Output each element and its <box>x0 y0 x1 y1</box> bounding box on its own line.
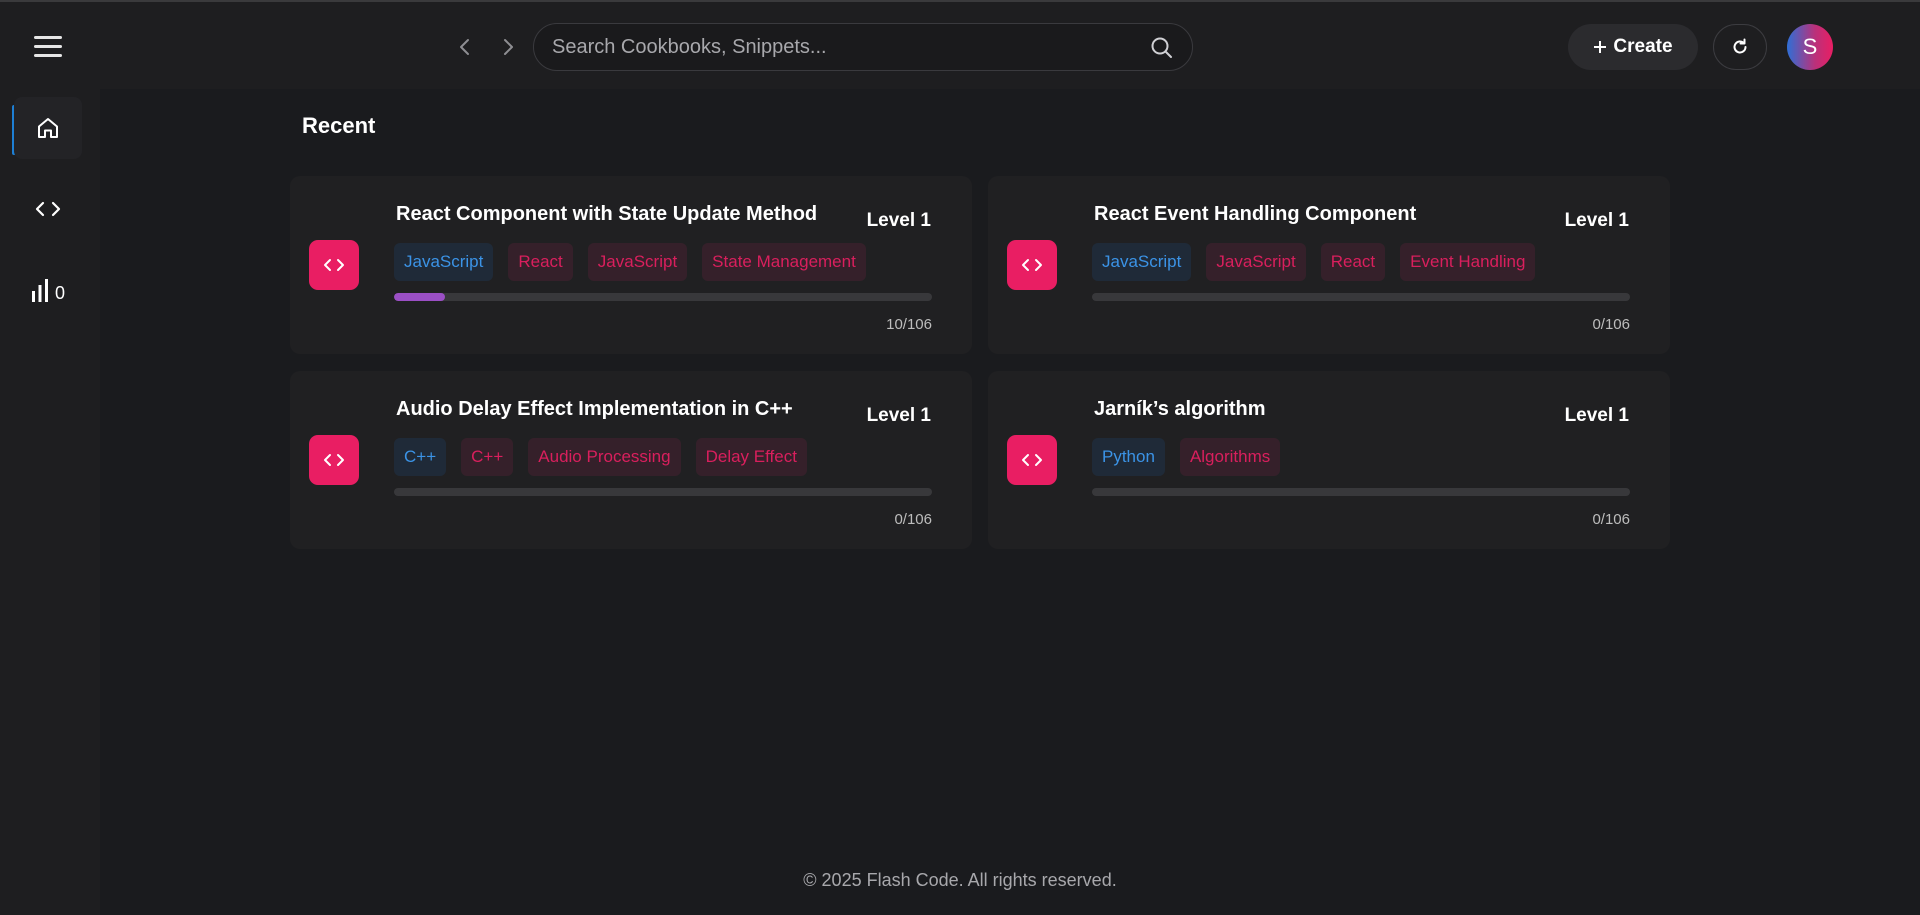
progress-bar <box>1092 488 1630 496</box>
progress-bar <box>394 293 932 301</box>
language-tag[interactable]: JavaScript <box>394 243 494 281</box>
card-title: React Event Handling Component <box>1094 203 1417 225</box>
progress-fill <box>394 293 445 301</box>
avatar-initial: S <box>1802 34 1818 59</box>
back-button[interactable] <box>450 32 480 62</box>
top-header: Create S <box>0 2 1920 89</box>
language-tag[interactable]: Python <box>1092 438 1165 476</box>
search-icon[interactable] <box>1150 36 1174 60</box>
language-tag[interactable]: C++ <box>394 438 447 476</box>
sidebar-item-home[interactable] <box>14 97 82 159</box>
progress-count: 0/106 <box>894 511 932 528</box>
card-level: Level 1 <box>866 405 931 426</box>
code-icon <box>309 435 359 485</box>
code-icon <box>35 201 61 217</box>
sidebar-item-stats[interactable]: 0 <box>14 259 82 321</box>
card-title: React Component with State Update Method <box>396 203 818 225</box>
tag-list: C++ C++ Audio Processing Delay Effect <box>394 438 807 476</box>
user-avatar[interactable]: S <box>1787 24 1833 70</box>
forward-button[interactable] <box>493 32 523 62</box>
card-level: Level 1 <box>1564 210 1629 231</box>
footer: © 2025 Flash Code. All rights reserved. <box>803 870 1117 890</box>
refresh-icon <box>1733 38 1747 54</box>
refresh-button[interactable] <box>1713 24 1767 70</box>
plus-icon <box>1594 41 1607 53</box>
create-button[interactable]: Create <box>1568 24 1698 70</box>
sidebar-item-snippets[interactable] <box>14 178 82 240</box>
bar-chart-icon <box>31 279 48 302</box>
topic-tag[interactable]: JavaScript <box>1206 243 1306 281</box>
card-title: Audio Delay Effect Implementation in C++ <box>396 398 793 420</box>
progress-count: 10/106 <box>886 316 932 333</box>
progress-count: 0/106 <box>1592 316 1630 333</box>
search-bar <box>533 23 1193 71</box>
snippet-card[interactable]: React Component with State Update Method… <box>290 176 972 354</box>
code-icon <box>1007 435 1057 485</box>
language-tag[interactable]: JavaScript <box>1092 243 1192 281</box>
menu-icon-bar <box>34 54 62 57</box>
topic-tag[interactable]: Audio Processing <box>528 438 681 476</box>
code-icon <box>1007 240 1057 290</box>
snippet-card[interactable]: React Event Handling Component Level 1 Jav… <box>988 176 1670 354</box>
progress-bar <box>1092 293 1630 301</box>
topic-tag[interactable]: React <box>1320 243 1386 281</box>
menu-button[interactable] <box>30 30 66 64</box>
code-icon <box>309 240 359 290</box>
sidebar: 0 <box>0 89 100 915</box>
topic-tag[interactable]: State Management <box>702 243 866 281</box>
tag-list: Python Algorithms <box>1092 438 1281 476</box>
forward-arrow-icon <box>504 39 513 55</box>
menu-icon-bar <box>34 45 62 48</box>
tag-list: JavaScript React JavaScript State Managemen… <box>394 243 866 281</box>
topic-tag[interactable]: React <box>508 243 573 281</box>
progress-bar <box>394 488 932 496</box>
topic-tag[interactable]: Algorithms <box>1179 438 1281 476</box>
topic-tag[interactable]: Event Handling <box>1400 243 1536 281</box>
search-input[interactable] <box>552 24 1132 70</box>
card-level: Level 1 <box>866 210 931 231</box>
home-icon <box>38 118 58 138</box>
back-arrow-icon <box>460 39 469 55</box>
menu-icon-bar <box>34 36 62 39</box>
create-button-label: Create <box>1613 36 1673 57</box>
tag-list: JavaScript JavaScript React Event Handling <box>1092 243 1536 281</box>
topic-tag[interactable]: C++ <box>461 438 514 476</box>
snippet-card[interactable]: Jarník’s algorithm Level 1 Python Algorithm… <box>988 371 1670 549</box>
topic-tag[interactable]: Delay Effect <box>695 438 807 476</box>
section-title: Recent <box>302 113 376 138</box>
topic-tag[interactable]: JavaScript <box>587 243 688 281</box>
progress-count: 0/106 <box>1592 511 1630 528</box>
card-title: Jarník’s algorithm <box>1094 398 1266 420</box>
card-level: Level 1 <box>1564 405 1629 426</box>
stats-count: 0 <box>54 282 65 303</box>
snippet-card[interactable]: Audio Delay Effect Implementation in C++… <box>290 371 972 549</box>
